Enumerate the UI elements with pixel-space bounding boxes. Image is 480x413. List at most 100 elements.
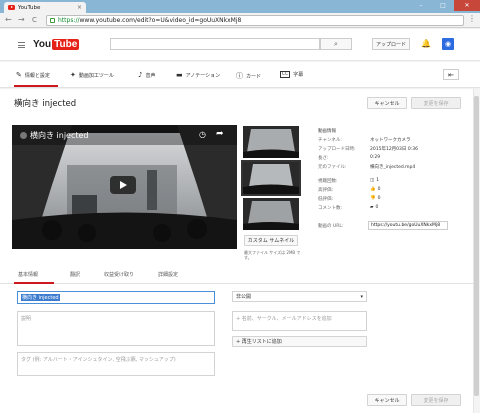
save-button[interactable]: 変更を保存 bbox=[411, 97, 461, 109]
thumbs-up-icon: 👍 bbox=[370, 187, 376, 192]
back-to-list-button[interactable]: ⇤ bbox=[443, 69, 459, 80]
save-button-bottom[interactable]: 変更を保存 bbox=[411, 394, 461, 406]
info-label-uploaded: アップロード日時: bbox=[318, 147, 356, 152]
hamburger-menu-icon[interactable] bbox=[18, 42, 25, 48]
tab-audio[interactable]: ♪ 音声 bbox=[138, 71, 155, 79]
thumbnail-image bbox=[243, 126, 299, 158]
reload-icon[interactable]: C bbox=[32, 16, 37, 24]
thumbnail-image bbox=[243, 198, 299, 230]
stat-likes: 👍 0 bbox=[370, 187, 380, 192]
search-button[interactable]: ⌕ bbox=[320, 38, 352, 50]
url-scheme: https:// bbox=[58, 17, 80, 24]
title-field[interactable]: 横向き injected bbox=[17, 291, 215, 304]
tab-annotations[interactable]: ▬ アノテーション bbox=[176, 71, 220, 79]
share-with-field[interactable]: + 名前、サークル、メールアドレスを追加 bbox=[232, 311, 367, 331]
youtube-favicon-icon bbox=[8, 5, 15, 10]
thumbnail-option-2[interactable] bbox=[241, 160, 301, 196]
sub-tab-basic-info[interactable]: 基本情報 bbox=[18, 271, 38, 278]
thumbnail-image bbox=[243, 162, 299, 194]
back-arrow-bar-icon: ⇤ bbox=[448, 70, 454, 79]
search-input[interactable] bbox=[110, 38, 320, 50]
tab-enhancements[interactable]: ✦ 動画加工ツール bbox=[70, 71, 114, 79]
info-circle-icon: ⓘ bbox=[236, 72, 243, 80]
info-label-channel: チャンネル: bbox=[318, 138, 342, 143]
stat-dislikes: 👎 0 bbox=[370, 196, 380, 201]
stat-label-views: 視聴回数: bbox=[318, 179, 338, 184]
window-close-icon[interactable]: ✕ bbox=[454, 0, 480, 11]
info-value-duration: 0:29 bbox=[370, 155, 381, 160]
info-value-channel[interactable]: ネットワークカメラ bbox=[370, 137, 411, 143]
stat-label-likes: 高評価: bbox=[318, 188, 334, 193]
logo-tube: Tube bbox=[52, 39, 80, 50]
speech-bubble-icon: ▬ bbox=[176, 71, 183, 79]
sub-tab-monetization[interactable]: 収益受け取り bbox=[104, 271, 134, 278]
sub-tab-advanced[interactable]: 詳細設定 bbox=[158, 271, 178, 278]
cancel-button-bottom[interactable]: キャンセル bbox=[367, 394, 407, 406]
chevron-down-icon: ▾ bbox=[360, 293, 363, 300]
video-url-field[interactable]: https://youtu.be/goUuXNkxMj8 bbox=[368, 221, 448, 230]
tab-info-settings[interactable]: ✎ 情報と設定 bbox=[16, 71, 50, 79]
minimize-icon[interactable]: – bbox=[410, 0, 432, 11]
tab-title: YouTube bbox=[18, 4, 41, 11]
description-field[interactable]: 説明 bbox=[17, 311, 215, 346]
browser-menu-icon[interactable]: ⋮ bbox=[468, 14, 476, 23]
thumbnail-option-3[interactable] bbox=[243, 198, 299, 230]
tab-label: アノテーション bbox=[185, 72, 221, 79]
views-icon: ◫ bbox=[370, 178, 375, 183]
stat-views: ◫ 1 bbox=[370, 178, 379, 183]
youtube-logo[interactable]: You Tube bbox=[33, 39, 80, 50]
info-label-duration: 長さ: bbox=[318, 156, 329, 161]
window-controls: – □ ✕ bbox=[410, 0, 480, 11]
share-icon[interactable]: ➦ bbox=[216, 129, 224, 139]
stat-value: 0 bbox=[377, 187, 381, 192]
thumbnail-size-note: 最大ファイル サイズは 2MB です。 bbox=[244, 250, 301, 260]
tab-subtitles[interactable]: CC 字幕 bbox=[280, 71, 303, 78]
magic-wand-icon: ✦ bbox=[70, 71, 76, 79]
pencil-icon: ✎ bbox=[16, 71, 22, 79]
comment-icon: ▰ bbox=[370, 205, 374, 210]
info-value-uploaded: 2015年12月03日 0:36 bbox=[370, 147, 418, 152]
tags-field[interactable]: タグ (例: アルバート・アインシュタイン, 空飛ぶ豚, マッシュアップ) bbox=[17, 352, 215, 376]
upload-button[interactable]: アップロード bbox=[372, 38, 410, 50]
lock-icon bbox=[50, 18, 55, 23]
tab-label: 動画加工ツール bbox=[78, 72, 114, 79]
video-info-heading: 動画情報 bbox=[318, 129, 336, 134]
address-bar[interactable]: https:// www.youtube.com/edit?o=U&video_… bbox=[46, 15, 464, 26]
tab-label: カード bbox=[246, 73, 262, 80]
player-title[interactable]: 横向き injected bbox=[20, 130, 89, 141]
active-sub-tab-indicator bbox=[14, 282, 54, 284]
maximize-icon[interactable]: □ bbox=[432, 0, 454, 11]
tab-label: 情報と設定 bbox=[24, 72, 50, 79]
url-path: www.youtube.com/edit?o=U&video_id=goUuXN… bbox=[79, 17, 242, 24]
active-tab-indicator bbox=[14, 85, 58, 87]
avatar[interactable]: ◉ bbox=[442, 38, 454, 50]
stat-label-comments: コメント数: bbox=[318, 206, 343, 211]
stat-value: 0 bbox=[375, 205, 379, 210]
scrollbar-thumb[interactable] bbox=[474, 96, 479, 396]
visibility-value: 非公開 bbox=[236, 294, 252, 300]
search-icon: ⌕ bbox=[334, 39, 338, 48]
cancel-button[interactable]: キャンセル bbox=[367, 97, 407, 109]
back-arrow-icon[interactable]: ← bbox=[5, 15, 12, 24]
visibility-select[interactable]: 非公開 ▾ bbox=[232, 291, 367, 302]
music-note-icon: ♪ bbox=[138, 71, 143, 79]
add-to-playlist-button[interactable]: + 再生リストに追加 bbox=[232, 336, 367, 347]
thumbs-down-icon: 👎 bbox=[370, 196, 376, 201]
stat-value: 1 bbox=[376, 178, 380, 183]
sub-tab-translation[interactable]: 翻訳 bbox=[70, 271, 80, 278]
notification-bell-icon[interactable]: 🔔 bbox=[421, 39, 431, 48]
info-label-file: 元のファイル: bbox=[318, 165, 347, 170]
browser-tab[interactable]: YouTube × bbox=[4, 2, 86, 13]
title-field-value: 横向き injected bbox=[21, 294, 60, 301]
tab-close-icon[interactable]: × bbox=[77, 4, 82, 11]
closed-caption-icon: CC bbox=[280, 71, 291, 78]
forward-arrow-icon[interactable]: → bbox=[18, 15, 25, 24]
watch-later-icon[interactable]: ◷ bbox=[199, 130, 206, 139]
thumbnail-option-1[interactable] bbox=[243, 126, 299, 158]
tab-cards[interactable]: ⓘ カード bbox=[236, 71, 261, 81]
tab-label: 字幕 bbox=[293, 72, 304, 78]
custom-thumbnail-button[interactable]: カスタム サムネイル bbox=[244, 235, 298, 246]
play-button-icon[interactable] bbox=[110, 176, 136, 194]
tab-label: 音声 bbox=[145, 72, 156, 79]
stat-comments: ▰ 0 bbox=[370, 205, 378, 210]
